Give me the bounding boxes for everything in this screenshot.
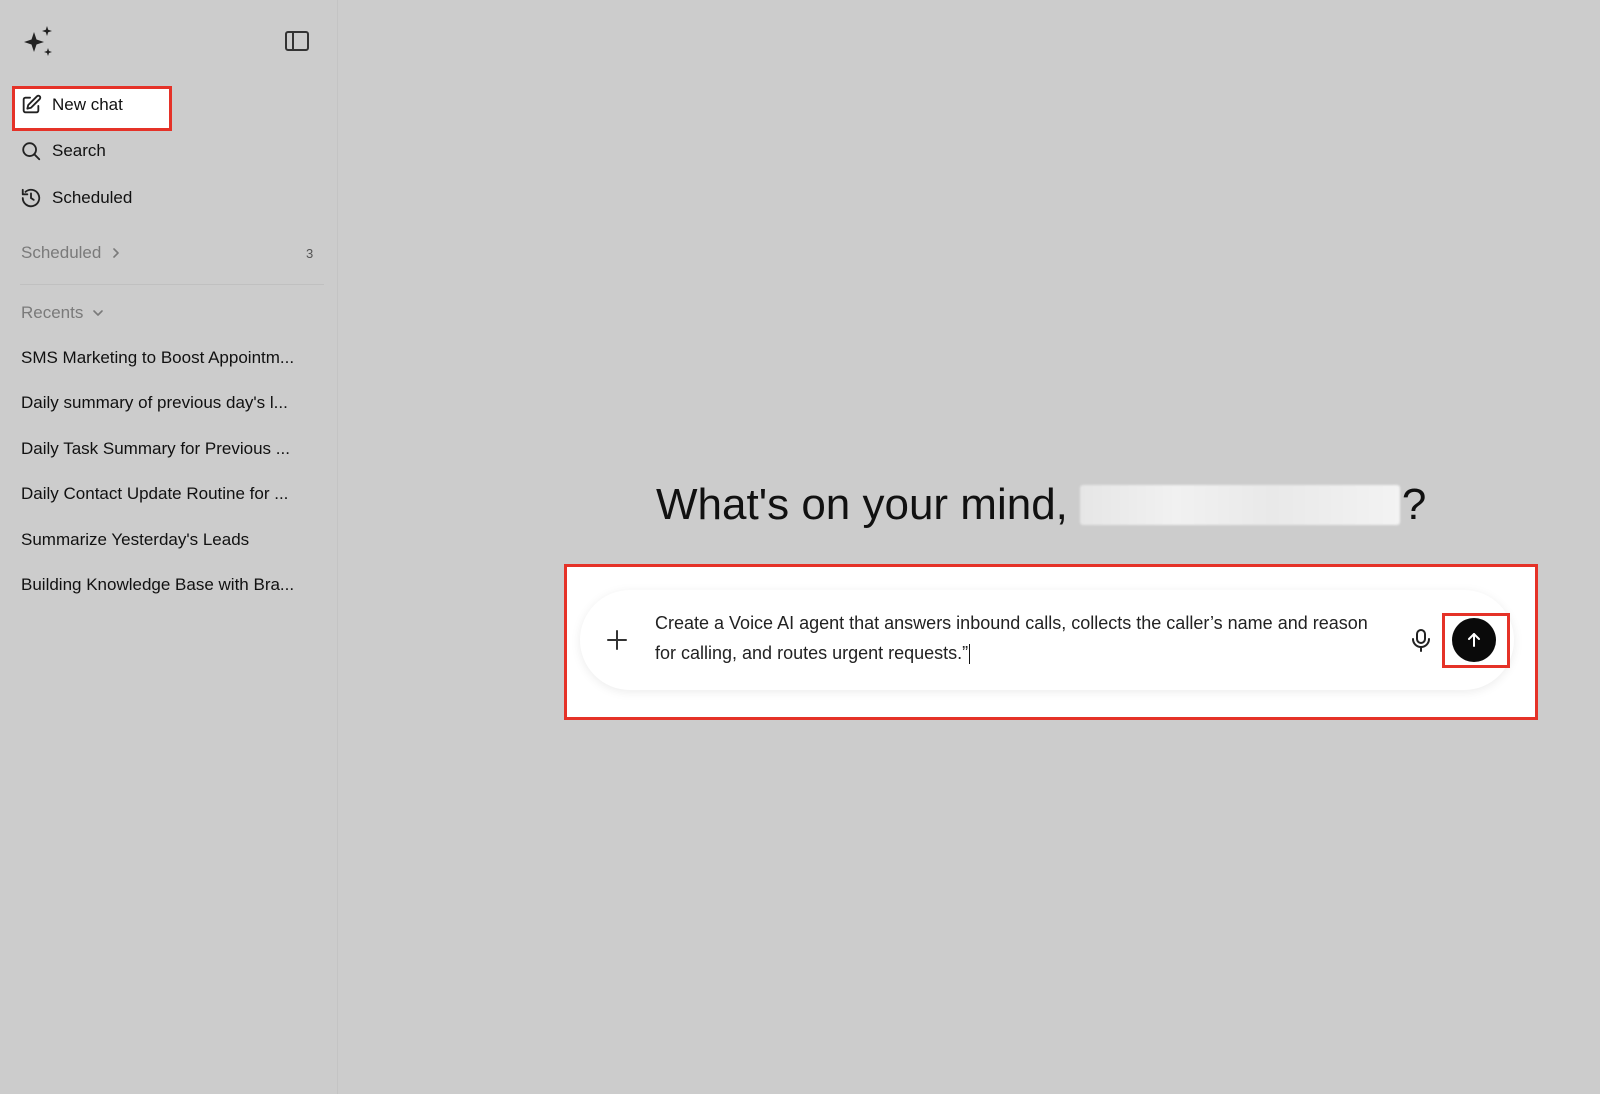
recent-chat-item[interactable]: SMS Marketing to Boost Appointm... [21,348,321,368]
recent-chat-item[interactable]: Daily Contact Update Routine for ... [21,484,321,504]
new-chat-button[interactable]: New chat [20,90,123,120]
sparkles-icon[interactable] [20,24,56,60]
arrow-up-icon [1468,633,1480,647]
text-caret [969,644,971,665]
chevron-down-icon [93,310,104,316]
chevron-right-icon [113,248,120,258]
recents-section-label: Recents [21,303,84,322]
scheduled-section-header[interactable]: Scheduled [21,243,123,263]
app-window: New chat Search Scheduled Scheduled 3 Re… [0,0,1600,1094]
microphone-icon[interactable] [1408,627,1434,653]
search-icon [22,142,41,161]
send-button[interactable] [1452,618,1496,662]
greeting-heading: What's on your mind, ? [656,480,1426,530]
scheduled-count-badge: 3 [306,246,314,261]
greeting-suffix: ? [1401,480,1427,529]
blurred-user-name [1079,485,1400,525]
prompt-input[interactable]: Create a Voice AI agent that answers inb… [655,608,1375,668]
scheduled-nav-button[interactable]: Scheduled [20,183,132,213]
recent-chat-item[interactable]: Building Knowledge Base with Bra... [21,575,321,595]
plus-icon[interactable] [604,627,630,653]
prompt-input-text: Create a Voice AI agent that answers inb… [655,613,1368,663]
recent-chat-item[interactable]: Daily Task Summary for Previous ... [21,439,321,459]
edit-icon [22,94,42,114]
greeting-prefix: What's on your mind, [656,480,1068,529]
new-chat-label: New chat [52,95,123,114]
sidebar: New chat Search Scheduled Scheduled 3 Re… [0,0,338,1094]
clock-refresh-icon [21,188,41,208]
scheduled-section-label: Scheduled [21,243,102,262]
sidebar-divider [20,284,324,285]
search-label: Search [52,141,106,160]
sidebar-toggle-icon[interactable] [284,30,310,52]
recent-chat-item[interactable]: Daily summary of previous day's l... [21,393,321,413]
recent-chat-item[interactable]: Summarize Yesterday's Leads [21,530,321,550]
scheduled-nav-label: Scheduled [52,188,133,207]
search-button[interactable]: Search [20,136,106,166]
recents-section-header[interactable]: Recents [21,303,105,323]
